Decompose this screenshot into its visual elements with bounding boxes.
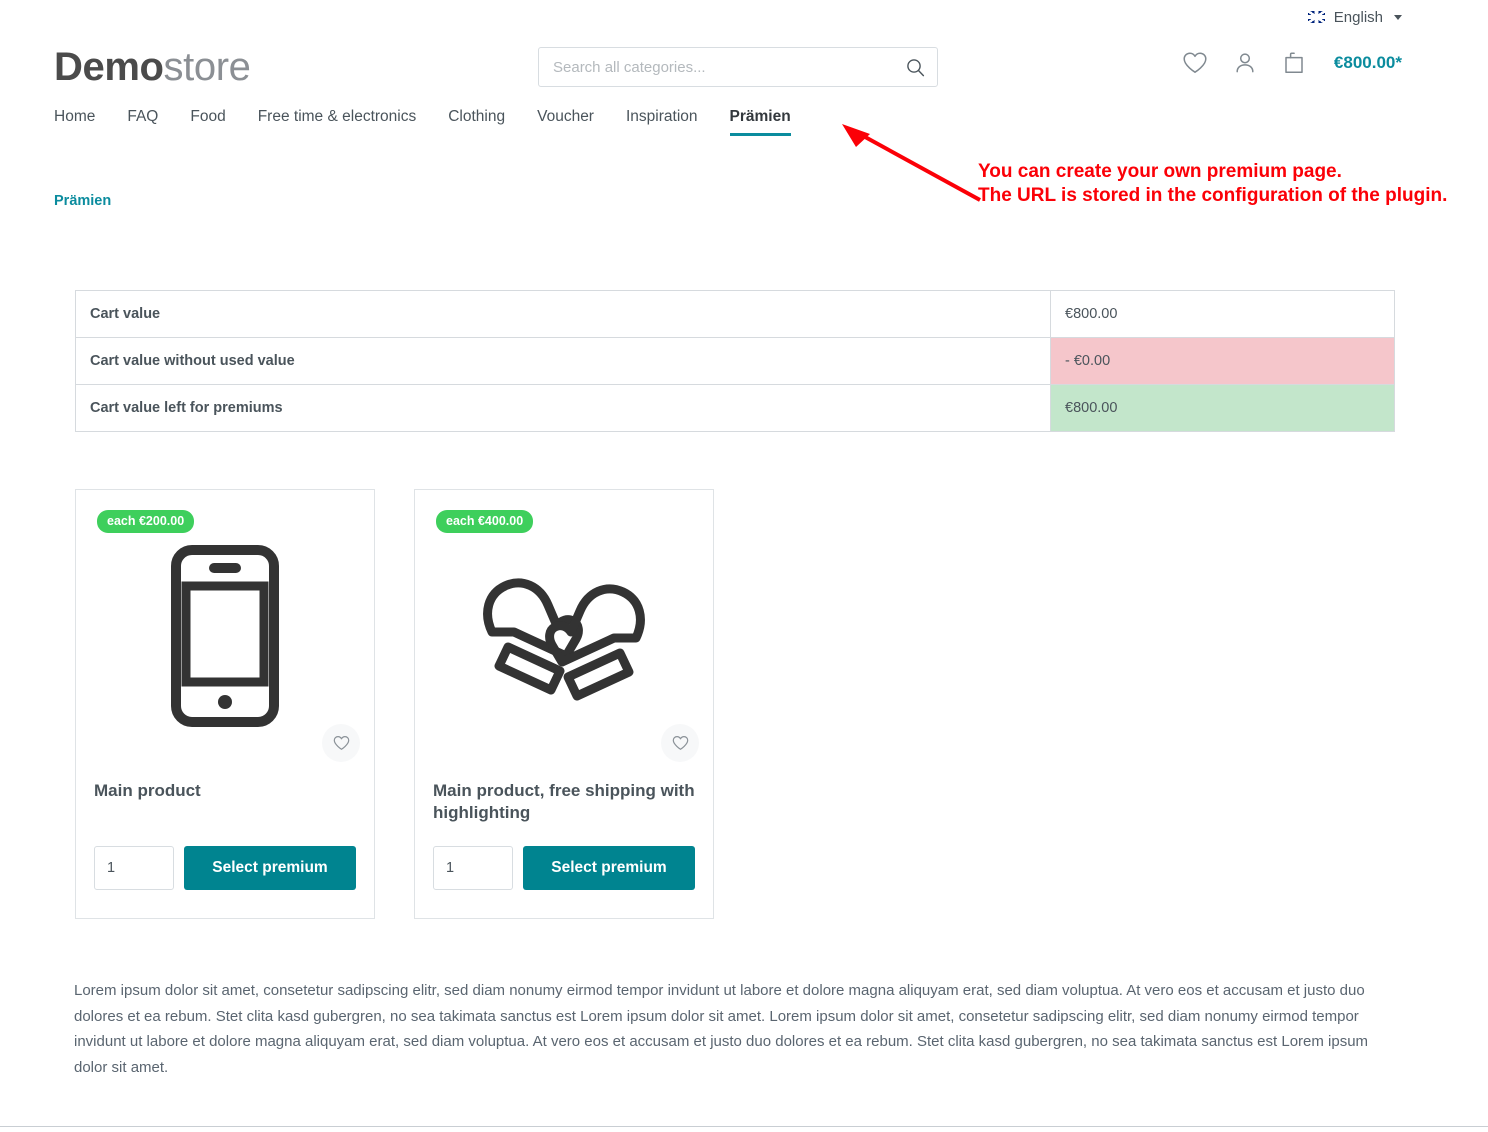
cart-button[interactable] <box>1282 50 1306 76</box>
wishlist-toggle[interactable] <box>661 724 699 762</box>
nav-item-food[interactable]: Food <box>190 108 243 136</box>
premium-product-list: each €200.00 Main product Select premium <box>75 489 714 919</box>
search-button[interactable] <box>893 48 937 86</box>
header-actions: €800.00* <box>1182 50 1402 76</box>
table-row: Cart value €800.00 <box>75 290 1395 338</box>
nav-item-praemien[interactable]: Prämien <box>729 108 809 136</box>
search-input[interactable] <box>539 58 893 76</box>
search-icon <box>906 58 924 76</box>
person-icon <box>1236 53 1254 73</box>
cart-value-table: Cart value €800.00 Cart value without us… <box>75 290 1395 432</box>
heart-icon <box>672 736 688 750</box>
product-actions: Select premium <box>415 846 713 918</box>
product-image[interactable] <box>76 520 374 762</box>
heart-icon <box>333 736 349 750</box>
quantity-stepper[interactable] <box>433 846 513 890</box>
select-premium-button[interactable]: Select premium <box>523 846 695 890</box>
site-header: Demostore Search all categories... €800.… <box>0 34 1488 100</box>
search-bar <box>538 47 938 87</box>
product-actions: Select premium <box>76 846 374 918</box>
chevron-down-icon <box>1394 14 1402 20</box>
site-logo[interactable]: Demostore <box>54 34 251 100</box>
row-label: Cart value <box>90 306 161 322</box>
nav-item-inspiration[interactable]: Inspiration <box>626 108 716 136</box>
wishlist-button[interactable] <box>1182 51 1208 75</box>
product-title[interactable]: Main product <box>94 780 356 802</box>
nav-item-voucher[interactable]: Voucher <box>537 108 612 136</box>
annotation-text: You can create your own premium page. Th… <box>978 161 1448 206</box>
cart-total-amount: €800.00* <box>1333 53 1402 72</box>
top-utility-bar: English <box>0 0 1488 34</box>
row-value: €800.00 <box>1050 384 1395 432</box>
select-premium-button[interactable]: Select premium <box>184 846 356 890</box>
breadcrumb[interactable]: Prämien <box>54 193 111 209</box>
row-value: €800.00 <box>1050 290 1395 338</box>
nav-item-home[interactable]: Home <box>54 108 113 136</box>
page-root: English Demostore Search all categories.… <box>0 0 1488 1132</box>
page-description-text: Lorem ipsum dolor sit amet, consetetur s… <box>74 982 1369 1076</box>
product-card: each €400.00 Main product, free shipping… <box>414 489 714 919</box>
footer-divider <box>0 1126 1488 1127</box>
wishlist-toggle[interactable] <box>322 724 360 762</box>
logo-light-text: store <box>163 45 251 89</box>
row-label: Cart value left for premiums <box>90 400 283 416</box>
row-value: - €0.00 <box>1050 337 1395 385</box>
annotation-arrow-icon <box>842 124 981 202</box>
smartphone-icon <box>171 545 279 727</box>
product-image[interactable] <box>415 520 713 762</box>
product-card: each €200.00 Main product Select premium <box>75 489 375 919</box>
row-label: Cart value without used value <box>90 353 295 369</box>
table-row: Cart value without used value - €0.00 <box>75 337 1395 385</box>
language-selector[interactable]: English <box>1307 8 1402 26</box>
table-row: Cart value left for premiums €800.00 <box>76 384 1395 432</box>
uk-flag-icon <box>1307 11 1325 23</box>
heart-icon <box>1183 52 1207 73</box>
quantity-stepper[interactable] <box>94 846 174 890</box>
nav-item-free-time-electronics[interactable]: Free time & electronics <box>258 108 435 136</box>
logo-bold-text: Demo <box>54 45 164 89</box>
product-title[interactable]: Main product, free shipping with highlig… <box>433 780 695 824</box>
mittens-icon <box>483 578 645 701</box>
main-navigation: Home FAQ Food Free time & electronics Cl… <box>54 108 823 136</box>
nav-item-clothing[interactable]: Clothing <box>448 108 523 136</box>
language-label: English <box>1333 8 1383 26</box>
nav-item-faq[interactable]: FAQ <box>127 108 176 136</box>
bag-icon <box>1285 52 1303 73</box>
account-button[interactable] <box>1234 51 1256 75</box>
